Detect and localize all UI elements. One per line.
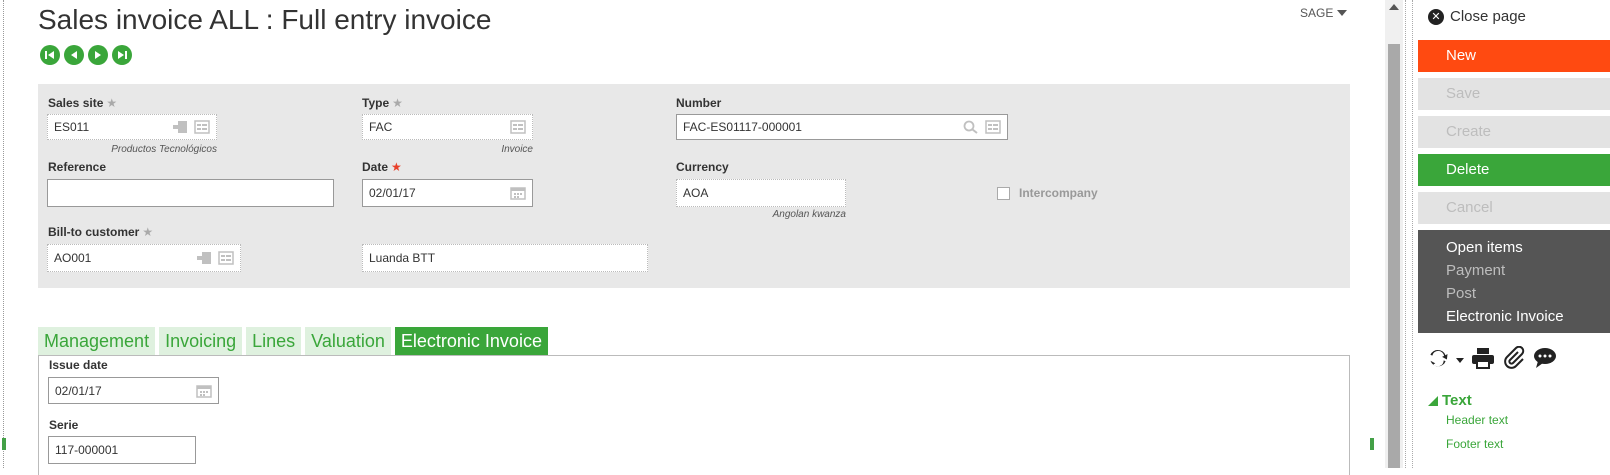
refresh-icon[interactable]: [1426, 346, 1450, 375]
optional-star-icon: ★: [392, 96, 403, 110]
previous-record-icon[interactable]: [64, 45, 84, 65]
menu-payment[interactable]: Payment: [1446, 259, 1610, 282]
bill-to-customer-label: Bill-to customer ★: [48, 225, 154, 239]
tab-bar: Management Invoicing Lines Valuation Ele…: [38, 327, 548, 355]
currency-description: Angolan kwanza: [772, 209, 846, 220]
date-label: Date ★: [362, 160, 402, 174]
actions-menu: Open items Payment Post Electronic Invoi…: [1418, 230, 1610, 333]
selection-list-icon[interactable]: [510, 120, 526, 134]
issue-date-value: 02/01/17: [55, 383, 102, 398]
attachment-icon[interactable]: [1502, 345, 1526, 375]
new-button[interactable]: New: [1418, 40, 1610, 72]
chevron-down-icon: [1337, 10, 1348, 16]
footer-text-link[interactable]: Footer text: [1446, 437, 1503, 451]
date-value: 02/01/17: [369, 186, 416, 200]
sales-site-label: Sales site ★: [48, 96, 118, 110]
number-field[interactable]: FAC-ES01117-000001: [676, 114, 1008, 140]
left-marker: [2, 438, 6, 450]
bill-to-customer-field[interactable]: AO001: [47, 244, 241, 272]
required-star-icon: ★: [391, 160, 402, 174]
sales-site-description: Productos Tecnológicos: [111, 144, 217, 155]
menu-post[interactable]: Post: [1446, 282, 1610, 305]
menu-open-items[interactable]: Open items: [1446, 236, 1610, 259]
create-button[interactable]: Create: [1418, 116, 1610, 148]
number-value: FAC-ES01117-000001: [683, 120, 802, 134]
first-record-icon[interactable]: [40, 45, 60, 65]
tab-valuation[interactable]: Valuation: [305, 327, 391, 355]
folder-selector[interactable]: SAGE: [1300, 6, 1348, 20]
selection-list-icon[interactable]: [218, 251, 234, 265]
expanded-triangle-icon: [1428, 395, 1438, 406]
sidebar-toolbar: [1426, 345, 1558, 375]
electronic-invoice-panel: [38, 355, 1350, 475]
serie-label: Serie: [49, 418, 79, 432]
panel-splitter[interactable]: [1405, 0, 1413, 468]
type-field[interactable]: FAC: [362, 114, 533, 140]
tab-lines[interactable]: Lines: [246, 327, 302, 355]
close-page-label: Close page: [1450, 8, 1526, 25]
save-button[interactable]: Save: [1418, 78, 1610, 110]
type-description: Invoice: [501, 144, 533, 155]
last-record-icon[interactable]: [112, 45, 132, 65]
header-text-link[interactable]: Header text: [1446, 413, 1508, 427]
record-navigation: [40, 45, 132, 65]
type-value: FAC: [369, 120, 393, 134]
search-icon[interactable]: [963, 120, 979, 134]
sales-site-value: ES011: [54, 120, 90, 134]
navigate-to-icon[interactable]: [172, 120, 188, 134]
close-icon: ✕: [1428, 8, 1444, 25]
text-section-title: Text: [1442, 392, 1472, 409]
currency-label: Currency: [676, 160, 729, 174]
issue-date-label: Issue date: [49, 358, 108, 372]
tab-invoicing[interactable]: Invoicing: [159, 327, 243, 355]
text-section-header[interactable]: Text: [1428, 392, 1472, 409]
currency-field[interactable]: AOA: [676, 179, 846, 207]
intercompany-label: Intercompany: [1019, 186, 1098, 200]
cancel-button[interactable]: Cancel: [1418, 192, 1610, 224]
number-label: Number: [676, 96, 722, 110]
selection-list-icon[interactable]: [985, 120, 1001, 134]
chevron-down-icon[interactable]: [1456, 358, 1464, 363]
menu-electronic-invoice[interactable]: Electronic Invoice: [1446, 305, 1610, 328]
next-record-icon[interactable]: [88, 45, 108, 65]
intercompany-checkbox[interactable]: [997, 186, 1010, 200]
currency-value: AOA: [683, 186, 709, 200]
type-label: Type ★: [362, 96, 403, 110]
reference-label: Reference: [48, 160, 107, 174]
issue-date-field[interactable]: 02/01/17: [48, 377, 219, 404]
date-field[interactable]: 02/01/17: [362, 179, 533, 207]
bill-to-customer-name: Luanda BTT: [369, 251, 436, 265]
optional-star-icon: ★: [142, 225, 154, 239]
serie-field[interactable]: 117-000001: [48, 436, 196, 464]
bill-to-customer-name-field: Luanda BTT: [362, 244, 648, 272]
scrollbar-thumb[interactable]: [1388, 44, 1400, 468]
page-title: Sales invoice ALL : Full entry invoice: [38, 4, 492, 35]
sales-site-field[interactable]: ES011: [47, 114, 217, 140]
calendar-icon[interactable]: [196, 384, 212, 398]
right-marker: [1370, 438, 1374, 450]
folder-name: SAGE: [1300, 6, 1334, 20]
selection-list-icon[interactable]: [194, 120, 210, 134]
tab-electronic-invoice[interactable]: Electronic Invoice: [394, 327, 548, 355]
print-icon[interactable]: [1470, 346, 1496, 375]
close-page-button[interactable]: ✕ Close page: [1428, 8, 1526, 25]
reference-input[interactable]: [47, 179, 334, 207]
left-border: [3, 0, 4, 468]
optional-star-icon: ★: [106, 96, 118, 110]
intercompany-checkbox-row[interactable]: Intercompany: [997, 186, 1098, 200]
tab-management[interactable]: Management: [38, 327, 156, 355]
bill-to-customer-value: AO001: [54, 251, 92, 265]
delete-button[interactable]: Delete: [1418, 154, 1610, 186]
serie-value: 117-000001: [55, 443, 119, 457]
calendar-icon[interactable]: [510, 186, 526, 200]
comment-icon[interactable]: [1532, 346, 1558, 375]
navigate-to-icon[interactable]: [196, 251, 212, 265]
scroll-up-icon[interactable]: [1389, 4, 1399, 10]
